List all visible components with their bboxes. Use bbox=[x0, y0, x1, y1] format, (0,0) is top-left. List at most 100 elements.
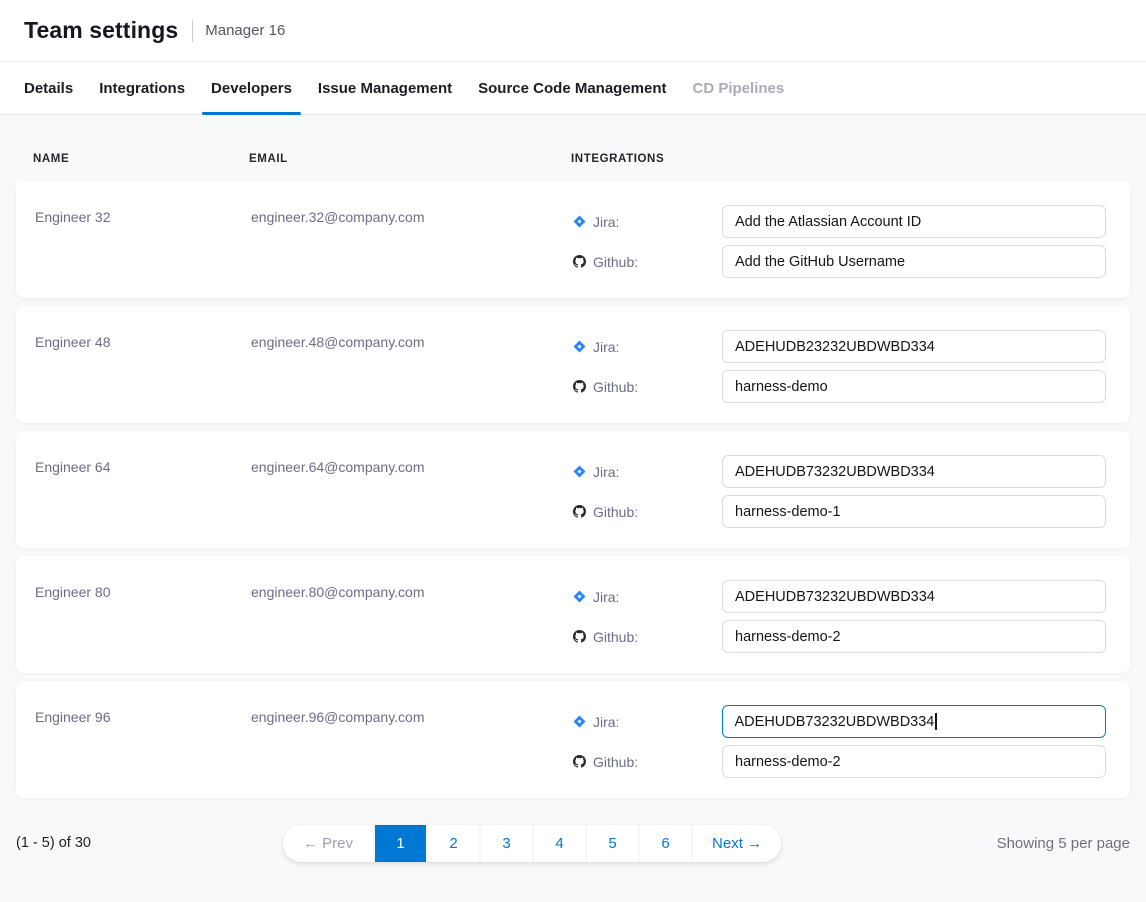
github-icon bbox=[573, 380, 586, 393]
developer-row: Engineer 64 engineer.64@company.com Jira… bbox=[16, 431, 1130, 548]
jira-label-group: Jira: bbox=[573, 339, 722, 355]
developer-name: Engineer 32 bbox=[35, 205, 251, 298]
github-username-input[interactable]: harness-demo bbox=[722, 370, 1106, 403]
github-label-group: Github: bbox=[573, 254, 722, 270]
jira-integration-line: Jira: ADEHUDB73232UBDWBD334 bbox=[573, 455, 1106, 488]
tab-details[interactable]: Details bbox=[24, 62, 73, 114]
jira-integration-line: Jira: ADEHUDB73232UBDWBD334 bbox=[573, 705, 1106, 738]
pager: ← Prev 123456Next → bbox=[283, 825, 781, 862]
page-header: Team settings Manager 16 bbox=[0, 0, 1146, 62]
developer-row: Engineer 32 engineer.32@company.com Jira… bbox=[16, 181, 1130, 298]
jira-account-id-input[interactable]: ADEHUDB23232UBDWBD334 bbox=[722, 330, 1106, 363]
jira-integration-line: Jira: ADEHUDB23232UBDWBD334 bbox=[573, 330, 1106, 363]
column-header-name: NAME bbox=[33, 153, 249, 165]
jira-label-group: Jira: bbox=[573, 214, 722, 230]
pagination-next-button[interactable]: Next → bbox=[691, 825, 781, 862]
pagination-page-3[interactable]: 3 bbox=[479, 825, 532, 862]
jira-label: Jira: bbox=[593, 464, 619, 480]
jira-label: Jira: bbox=[593, 339, 619, 355]
github-icon bbox=[573, 505, 586, 518]
developer-email: engineer.96@company.com bbox=[251, 705, 573, 798]
tab-cd-pipelines[interactable]: CD Pipelines bbox=[693, 62, 785, 114]
github-username-input[interactable]: Add the GitHub Username bbox=[722, 245, 1106, 278]
pagination-bar: (1 - 5) of 30 ← Prev 123456Next → Showin… bbox=[16, 825, 1130, 862]
github-integration-line: Github: harness-demo-2 bbox=[573, 620, 1106, 653]
pagination-page-2[interactable]: 2 bbox=[426, 825, 479, 862]
per-page-text: Showing 5 per page bbox=[997, 835, 1130, 852]
github-username-input[interactable]: harness-demo-2 bbox=[722, 745, 1106, 778]
jira-account-id-input[interactable]: ADEHUDB73232UBDWBD334 bbox=[722, 455, 1106, 488]
developers-panel: NAME EMAIL INTEGRATIONS Engineer 32 engi… bbox=[0, 115, 1146, 862]
jira-icon bbox=[573, 465, 586, 478]
pagination-page-1[interactable]: 1 bbox=[373, 825, 426, 862]
github-icon bbox=[573, 755, 586, 768]
pagination-prev-button[interactable]: ← Prev bbox=[283, 825, 373, 862]
jira-label: Jira: bbox=[593, 589, 619, 605]
jira-label: Jira: bbox=[593, 214, 619, 230]
github-username-input[interactable]: harness-demo-1 bbox=[722, 495, 1106, 528]
github-integration-line: Github: harness-demo-2 bbox=[573, 745, 1106, 778]
github-icon bbox=[573, 255, 586, 268]
developer-row: Engineer 48 engineer.48@company.com Jira… bbox=[16, 306, 1130, 423]
developer-name: Engineer 48 bbox=[35, 330, 251, 423]
jira-account-id-input[interactable]: ADEHUDB73232UBDWBD334 bbox=[722, 705, 1106, 738]
page-title: Team settings bbox=[24, 17, 178, 44]
jira-icon bbox=[573, 715, 586, 728]
developer-integrations: Jira: ADEHUDB23232UBDWBD334 Github: harn… bbox=[573, 330, 1106, 423]
developer-rows: Engineer 32 engineer.32@company.com Jira… bbox=[16, 181, 1130, 798]
developer-email: engineer.48@company.com bbox=[251, 330, 573, 423]
github-label-group: Github: bbox=[573, 629, 722, 645]
developer-email: engineer.80@company.com bbox=[251, 580, 573, 673]
github-icon bbox=[573, 630, 586, 643]
tab-issue-management[interactable]: Issue Management bbox=[318, 62, 452, 114]
github-label: Github: bbox=[593, 504, 638, 520]
github-label: Github: bbox=[593, 754, 638, 770]
developer-name: Engineer 64 bbox=[35, 455, 251, 548]
jira-icon bbox=[573, 590, 586, 603]
developer-email: engineer.64@company.com bbox=[251, 455, 573, 548]
developer-integrations: Jira: ADEHUDB73232UBDWBD334 Github: harn… bbox=[573, 580, 1106, 673]
tab-source-code-management[interactable]: Source Code Management bbox=[478, 62, 666, 114]
jira-label: Jira: bbox=[593, 714, 619, 730]
page-subtitle: Manager 16 bbox=[205, 22, 285, 39]
jira-label-group: Jira: bbox=[573, 714, 722, 730]
column-header-integrations: INTEGRATIONS bbox=[571, 153, 1130, 165]
pagination-range-text: (1 - 5) of 30 bbox=[16, 835, 91, 851]
column-header-email: EMAIL bbox=[249, 153, 571, 165]
github-label: Github: bbox=[593, 254, 638, 270]
developer-row: Engineer 80 engineer.80@company.com Jira… bbox=[16, 556, 1130, 673]
developer-name: Engineer 80 bbox=[35, 580, 251, 673]
pagination-page-4[interactable]: 4 bbox=[532, 825, 585, 862]
jira-integration-line: Jira: Add the Atlassian Account ID bbox=[573, 205, 1106, 238]
github-integration-line: Github: harness-demo bbox=[573, 370, 1106, 403]
github-integration-line: Github: Add the GitHub Username bbox=[573, 245, 1106, 278]
tab-developers[interactable]: Developers bbox=[211, 62, 292, 114]
jira-account-id-input[interactable]: Add the Atlassian Account ID bbox=[722, 205, 1106, 238]
developer-integrations: Jira: ADEHUDB73232UBDWBD334 Github: harn… bbox=[573, 705, 1106, 798]
jira-integration-line: Jira: ADEHUDB73232UBDWBD334 bbox=[573, 580, 1106, 613]
title-divider bbox=[192, 20, 193, 42]
jira-icon bbox=[573, 215, 586, 228]
developer-integrations: Jira: Add the Atlassian Account ID Githu… bbox=[573, 205, 1106, 298]
tab-integrations[interactable]: Integrations bbox=[99, 62, 185, 114]
developer-name: Engineer 96 bbox=[35, 705, 251, 798]
github-label-group: Github: bbox=[573, 504, 722, 520]
jira-icon bbox=[573, 340, 586, 353]
github-integration-line: Github: harness-demo-1 bbox=[573, 495, 1106, 528]
jira-label-group: Jira: bbox=[573, 464, 722, 480]
developer-row: Engineer 96 engineer.96@company.com Jira… bbox=[16, 681, 1130, 798]
github-username-input[interactable]: harness-demo-2 bbox=[722, 620, 1106, 653]
github-label-group: Github: bbox=[573, 754, 722, 770]
pagination-page-6[interactable]: 6 bbox=[638, 825, 691, 862]
table-column-headers: NAME EMAIL INTEGRATIONS bbox=[16, 115, 1130, 181]
developer-integrations: Jira: ADEHUDB73232UBDWBD334 Github: harn… bbox=[573, 455, 1106, 548]
pagination-page-5[interactable]: 5 bbox=[585, 825, 638, 862]
github-label-group: Github: bbox=[573, 379, 722, 395]
github-label: Github: bbox=[593, 379, 638, 395]
developer-email: engineer.32@company.com bbox=[251, 205, 573, 298]
jira-label-group: Jira: bbox=[573, 589, 722, 605]
tab-bar: Details Integrations Developers Issue Manag… bbox=[0, 62, 1146, 115]
jira-account-id-input[interactable]: ADEHUDB73232UBDWBD334 bbox=[722, 580, 1106, 613]
text-cursor bbox=[935, 713, 937, 730]
github-label: Github: bbox=[593, 629, 638, 645]
